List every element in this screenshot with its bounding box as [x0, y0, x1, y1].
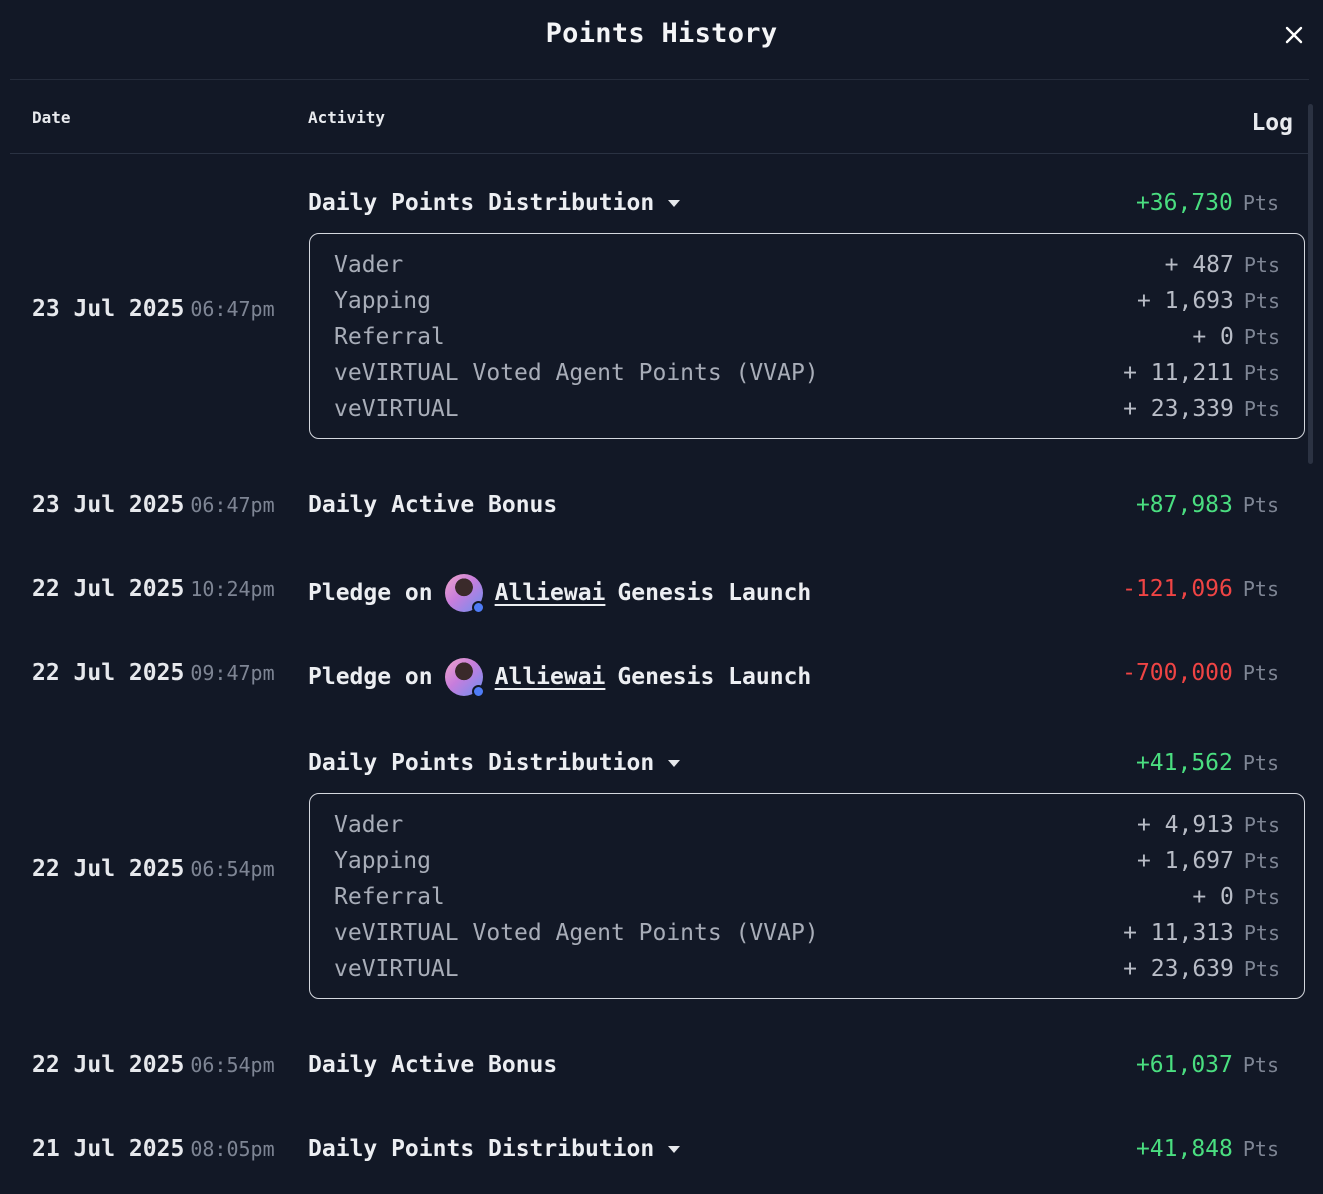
row-date: 22 Jul 2025 06:54pm	[32, 856, 275, 882]
agent-avatar[interactable]	[444, 658, 485, 698]
agent-link[interactable]: Alliewai	[495, 662, 606, 692]
points-breakdown: Vader + 487 Pts Yapping + 1,693 Pts Referral…	[309, 233, 1305, 439]
row-time: 06:54pm	[190, 857, 275, 881]
row-activity: Pledge on Alliewai Genesis Launch	[308, 658, 811, 698]
row-amount: +87,983 Pts	[1135, 492, 1279, 518]
row-activity[interactable]: Daily Points Distribution	[308, 748, 681, 778]
breakdown-item: veVIRTUAL + 23,639 Pts	[334, 956, 1280, 982]
breakdown-item: Vader + 487 Pts	[334, 252, 1280, 278]
breakdown-item: veVIRTUAL Voted Agent Points (VVAP) + 11,…	[334, 920, 1280, 946]
row-amount: +41,848 Pts	[1135, 1136, 1279, 1162]
breakdown-item: Referral + 0 Pts	[334, 324, 1280, 350]
agent-link[interactable]: Alliewai	[495, 578, 606, 608]
row-date: 23 Jul 2025 06:47pm	[32, 492, 275, 518]
breakdown-item: Referral + 0 Pts	[334, 884, 1280, 910]
row-date: 22 Jul 2025 06:54pm	[32, 1052, 275, 1078]
row-time: 06:47pm	[190, 297, 275, 321]
verified-badge-icon	[471, 685, 485, 698]
row-amount: +41,562 Pts	[1135, 750, 1279, 776]
row-date: 22 Jul 2025 10:24pm	[32, 576, 275, 602]
row-date: 21 Jul 2025 08:05pm	[32, 1136, 275, 1162]
points-history-modal: Points History Date Activity Log 23 Jul …	[0, 0, 1323, 1194]
points-breakdown: Vader + 4,913 Pts Yapping + 1,697 Pts Referr…	[309, 793, 1305, 999]
scrollbar[interactable]	[1308, 104, 1313, 464]
row-amount: -700,000 Pts	[1122, 660, 1279, 686]
row-date: 22 Jul 2025 09:47pm	[32, 660, 275, 686]
row-time: 09:47pm	[190, 661, 275, 685]
column-header-activity: Activity	[308, 108, 386, 127]
row-activity: Pledge on Alliewai Genesis Launch	[308, 574, 811, 614]
caret-down-icon[interactable]	[668, 199, 681, 207]
caret-down-icon[interactable]	[668, 1145, 681, 1153]
row-date: 23 Jul 2025 06:47pm	[32, 296, 275, 322]
breakdown-item: Vader + 4,913 Pts	[334, 812, 1280, 838]
verified-badge-icon	[471, 601, 485, 614]
row-time: 06:47pm	[190, 493, 275, 517]
column-header-date: Date	[32, 108, 71, 127]
row-time: 08:05pm	[190, 1137, 275, 1161]
caret-down-icon[interactable]	[668, 759, 681, 767]
breakdown-item: Yapping + 1,697 Pts	[334, 848, 1280, 874]
column-header-log: Log	[1251, 110, 1293, 136]
close-button[interactable]	[1279, 20, 1309, 50]
row-amount: -121,096 Pts	[1122, 576, 1279, 602]
close-icon	[1285, 26, 1303, 44]
row-activity: Daily Active Bonus	[308, 1052, 558, 1078]
table-header: Date Activity Log	[10, 80, 1309, 154]
row-activity: Daily Active Bonus	[308, 492, 558, 518]
row-time: 06:54pm	[190, 1053, 275, 1077]
agent-avatar[interactable]	[444, 574, 485, 614]
row-activity[interactable]: Daily Points Distribution	[308, 188, 681, 218]
modal-title: Points History	[545, 18, 778, 49]
breakdown-item: Yapping + 1,693 Pts	[334, 288, 1280, 314]
row-amount: +61,037 Pts	[1135, 1052, 1279, 1078]
row-time: 10:24pm	[190, 577, 275, 601]
breakdown-item: veVIRTUAL Voted Agent Points (VVAP) + 11,…	[334, 360, 1280, 386]
row-amount: +36,730 Pts	[1135, 190, 1279, 216]
breakdown-item: veVIRTUAL + 23,339 Pts	[334, 396, 1280, 422]
row-activity[interactable]: Daily Points Distribution	[308, 1134, 681, 1164]
